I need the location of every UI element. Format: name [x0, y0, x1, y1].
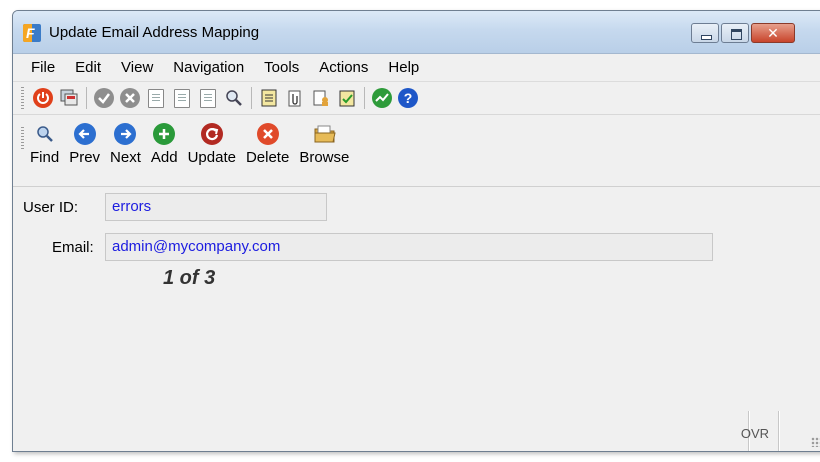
chart-icon[interactable]: [372, 88, 392, 108]
record-toolbar: Find Prev Next Add Update Delete Browse: [13, 115, 820, 187]
menu-tools[interactable]: Tools: [256, 59, 307, 76]
arrow-left-icon: [73, 123, 96, 145]
email-field[interactable]: admin@mycompany.com: [105, 233, 713, 261]
svg-text:?: ?: [404, 90, 413, 106]
maximize-button[interactable]: [721, 23, 749, 43]
add-button[interactable]: Add: [151, 123, 178, 166]
menu-edit[interactable]: Edit: [67, 59, 109, 76]
menu-view[interactable]: View: [113, 59, 161, 76]
cancel-icon[interactable]: [120, 88, 140, 108]
user-id-label: User ID:: [23, 199, 79, 216]
delete-button[interactable]: Delete: [246, 123, 289, 166]
add-label: Add: [150, 149, 178, 166]
notepad-icon[interactable]: [259, 88, 279, 108]
menu-help[interactable]: Help: [380, 59, 427, 76]
calendar-icon[interactable]: [337, 88, 357, 108]
title-bar[interactable]: F Update Email Address Mapping ✕: [13, 11, 820, 54]
zoom-icon[interactable]: [224, 88, 244, 108]
toolbar-separator: [251, 87, 252, 109]
delete-x-icon: [256, 123, 279, 145]
status-bar: OVR: [13, 411, 820, 451]
toolbar-grip[interactable]: [21, 127, 24, 149]
refresh-icon: [200, 123, 223, 145]
page-copy-icon[interactable]: [148, 88, 164, 108]
help-icon[interactable]: ?: [398, 88, 418, 108]
menu-navigation[interactable]: Navigation: [165, 59, 252, 76]
arrow-right-icon: [114, 123, 137, 145]
app-logo-icon: F: [23, 24, 41, 42]
resize-grip-icon[interactable]: [811, 437, 820, 447]
user-doc-icon[interactable]: [311, 88, 331, 108]
menu-actions[interactable]: Actions: [311, 59, 376, 76]
toolbar-grip[interactable]: [21, 87, 24, 109]
next-button[interactable]: Next: [110, 123, 141, 166]
power-icon[interactable]: [33, 88, 53, 108]
standard-toolbar: ?: [13, 81, 820, 115]
browse-button[interactable]: Browse: [299, 123, 349, 166]
record-counter: 1 of 3: [163, 267, 216, 289]
browse-label: Browse: [299, 149, 350, 166]
attach-icon[interactable]: [285, 88, 305, 108]
prev-button[interactable]: Prev: [69, 123, 100, 166]
minimize-button[interactable]: [691, 23, 719, 43]
user-id-field[interactable]: errors: [105, 193, 327, 221]
prev-label: Prev: [69, 149, 101, 166]
toolbar-separator: [364, 87, 365, 109]
record-form: User ID: errors Email: admin@mycompany.c…: [13, 187, 820, 397]
page-paste-icon[interactable]: [174, 88, 190, 108]
find-label: Find: [30, 149, 60, 166]
delete-label: Delete: [245, 149, 290, 166]
app-window: F Update Email Address Mapping ✕ File Ed…: [12, 10, 820, 452]
menu-file[interactable]: File: [23, 59, 63, 76]
status-divider: [778, 411, 779, 451]
next-label: Next: [110, 149, 141, 166]
check-icon[interactable]: [94, 88, 114, 108]
plus-icon: [153, 123, 176, 145]
update-button[interactable]: Update: [188, 123, 236, 166]
folder-icon: [313, 123, 336, 145]
copy-screen-icon[interactable]: [59, 88, 79, 108]
magnifier-icon: [34, 123, 56, 145]
close-button[interactable]: ✕: [751, 23, 795, 43]
window-title: Update Email Address Mapping: [49, 24, 260, 41]
find-button[interactable]: Find: [30, 123, 59, 166]
close-icon: ✕: [767, 25, 779, 41]
overwrite-mode-indicator: OVR: [740, 426, 769, 441]
page-select-icon[interactable]: [200, 88, 216, 108]
toolbar-separator: [86, 87, 87, 109]
update-label: Update: [187, 149, 236, 166]
email-label: Email:: [52, 239, 94, 256]
menu-bar: File Edit View Navigation Tools Actions …: [13, 54, 820, 81]
